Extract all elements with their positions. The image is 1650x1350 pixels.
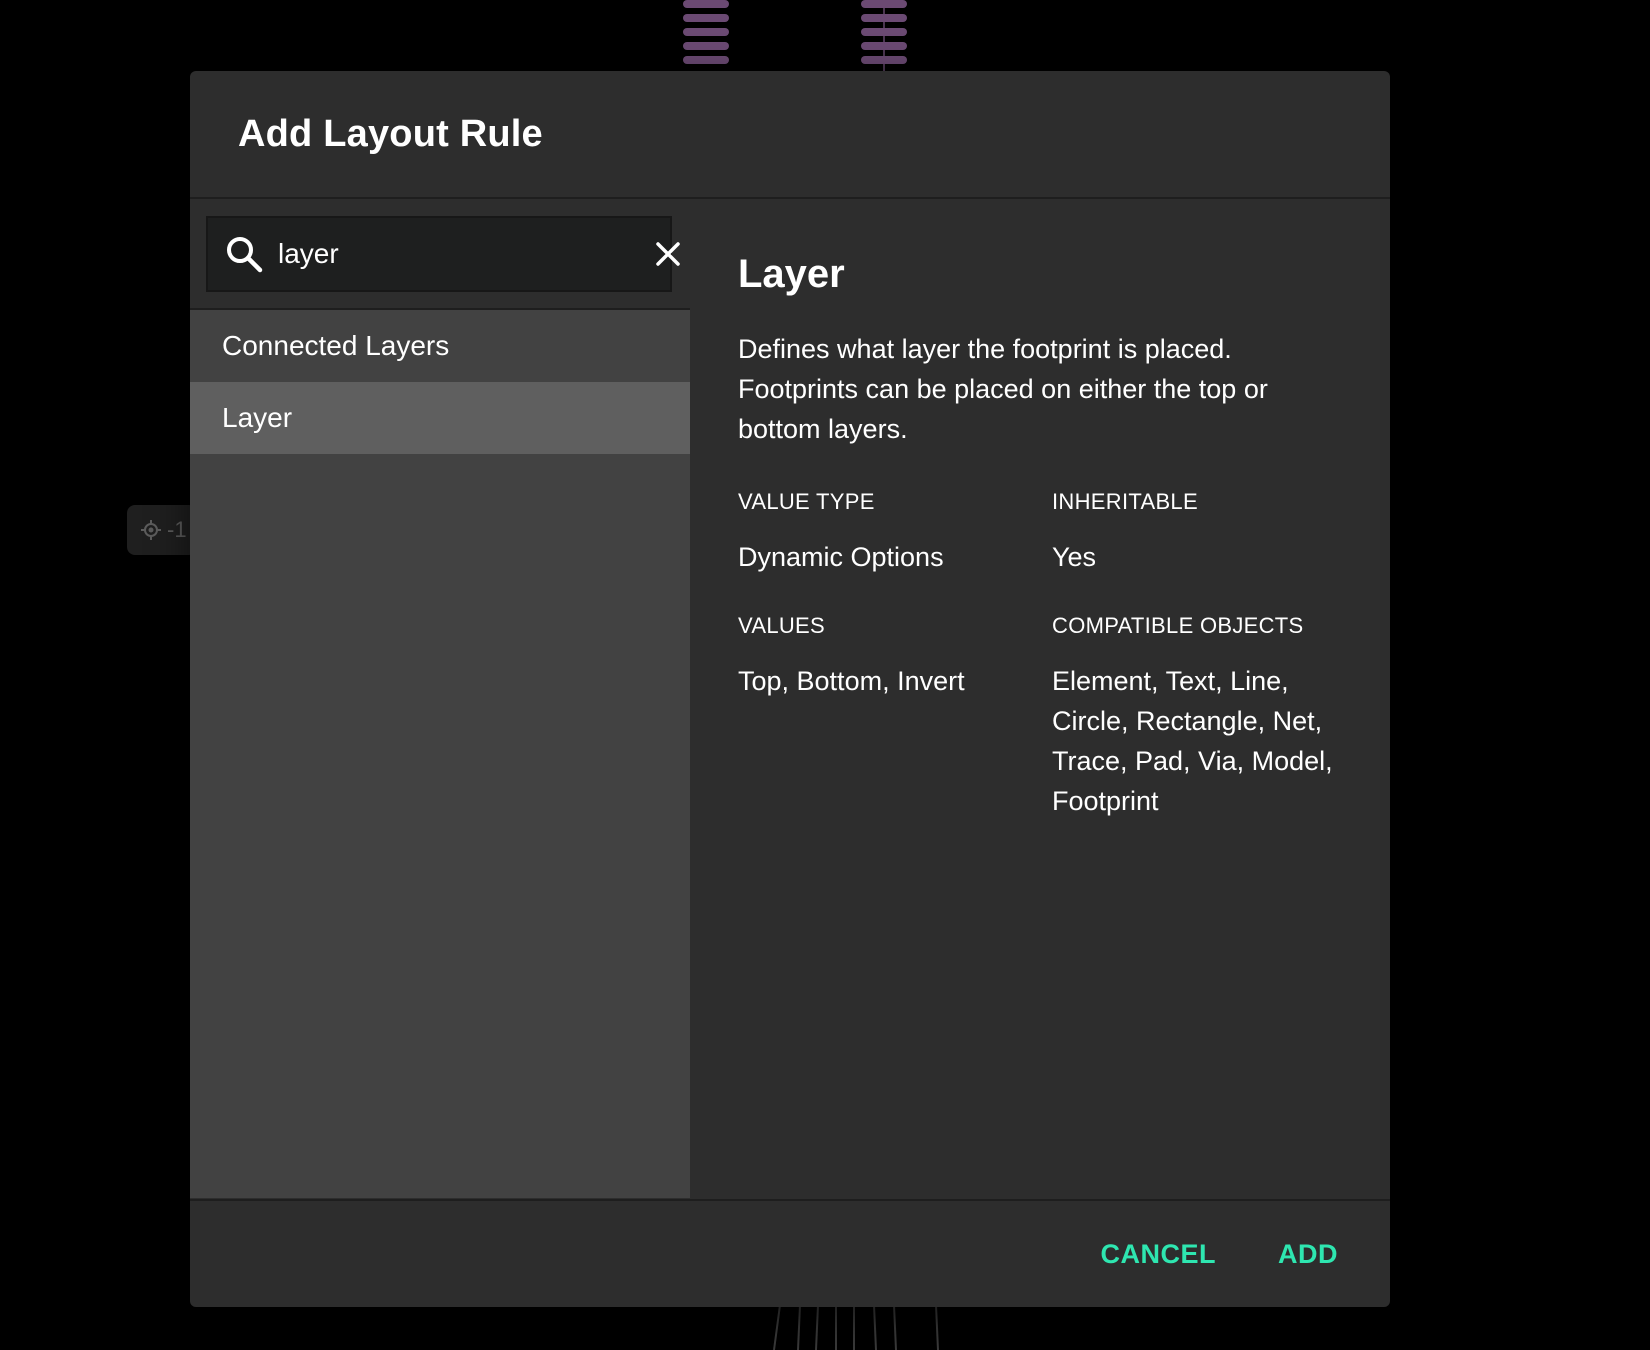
- pcb-canvas[interactable]: -1 Add Layout Rule layer Connected Layer…: [0, 0, 1650, 1350]
- detail-title: Layer: [738, 252, 845, 296]
- search-icon: [227, 237, 263, 273]
- search-container: [190, 200, 690, 310]
- compatible-objects-block: COMPATIBLE OBJECTS Element, Text, Line, …: [1052, 613, 1352, 821]
- values-value: Top, Bottom, Invert: [738, 666, 965, 696]
- cancel-button[interactable]: CANCEL: [1101, 1239, 1217, 1270]
- footprint-pads-left: [683, 0, 729, 70]
- coordinate-chip: -1: [127, 505, 197, 555]
- detail-description: Defines what layer the footprint is plac…: [738, 334, 1268, 444]
- dialog-footer: CANCEL ADD: [190, 1199, 1390, 1307]
- search-box[interactable]: [206, 216, 680, 292]
- inheritable-value: Yes: [1052, 542, 1097, 572]
- compatible-objects-label: COMPATIBLE OBJECTS: [1052, 613, 1304, 638]
- detail-meta-grid: VALUE TYPE Dynamic Options INHERITABLE Y…: [738, 489, 1352, 821]
- inheritable-block: INHERITABLE Yes: [1052, 489, 1352, 577]
- rule-list: Connected Layers Layer: [190, 310, 690, 454]
- values-label: VALUES: [738, 613, 825, 638]
- value-type-label: VALUE TYPE: [738, 489, 875, 514]
- rule-detail-pane: Layer Defines what layer the footprint i…: [690, 200, 1390, 1198]
- rule-list-pane: Connected Layers Layer: [190, 200, 690, 1198]
- crosshair-icon: [141, 520, 161, 540]
- dialog-body: Connected Layers Layer Layer Defines wha…: [190, 200, 1390, 1198]
- search-input[interactable]: [276, 233, 641, 275]
- footprint-pads-right: [861, 0, 907, 70]
- coordinate-value: -1: [167, 517, 187, 542]
- close-icon[interactable]: [651, 237, 685, 271]
- dialog-header: Add Layout Rule: [190, 71, 1390, 199]
- inheritable-label: INHERITABLE: [1052, 489, 1198, 514]
- value-type-value: Dynamic Options: [738, 542, 944, 572]
- compatible-objects-value: Element, Text, Line, Circle, Rectangle, …: [1052, 666, 1333, 816]
- add-layout-rule-dialog: Add Layout Rule layer Connected Layers L…: [190, 71, 1390, 1307]
- list-item-layer[interactable]: Layer: [190, 382, 690, 454]
- value-type-block: VALUE TYPE Dynamic Options: [738, 489, 1052, 577]
- traces-bottom: [773, 1305, 939, 1350]
- list-item-connected-layers[interactable]: Connected Layers: [190, 310, 690, 382]
- dialog-title: Add Layout Rule: [238, 112, 543, 155]
- add-button[interactable]: ADD: [1278, 1239, 1338, 1270]
- values-block: VALUES Top, Bottom, Invert: [738, 613, 1052, 821]
